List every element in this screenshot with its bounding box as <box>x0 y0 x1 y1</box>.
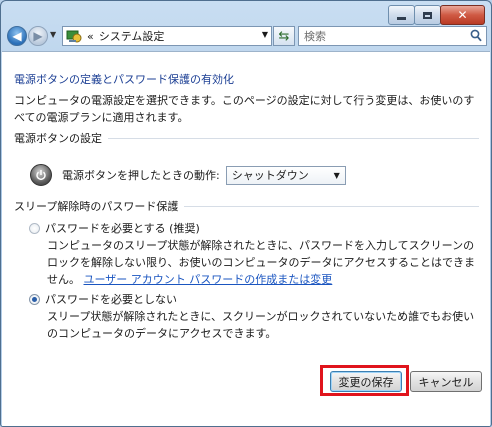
forward-button[interactable]: ▶ <box>28 26 48 46</box>
control-panel-icon <box>66 29 82 43</box>
back-arrow-icon: ◀ <box>12 29 22 43</box>
maximize-icon <box>423 11 432 19</box>
close-button[interactable]: ✕ <box>440 5 485 25</box>
no-password-radio[interactable] <box>29 294 40 305</box>
address-dropdown-icon[interactable]: ▼ <box>262 30 268 39</box>
search-placeholder: 検索 <box>304 30 326 43</box>
minimize-button[interactable] <box>388 5 415 25</box>
power-button-section-title: 電源ボタンの設定 <box>14 130 479 146</box>
power-button-setting-row: 電源ボタンを押したときの動作: シャットダウン ▼ <box>30 164 346 186</box>
require-password-radio[interactable] <box>29 223 40 234</box>
cancel-button[interactable]: キャンセル <box>410 371 482 392</box>
maximize-button[interactable] <box>414 5 441 25</box>
minimize-icon <box>397 16 406 20</box>
password-section-title: スリープ解除時のパスワード保護 <box>14 198 479 214</box>
recent-pages-dropdown-icon[interactable]: ▼ <box>50 30 56 39</box>
control-panel-window: ✕ ◀ ▶ ▼ « システム設定 ▼ ⇆ 検索 電源ボタンの定義とパスワード保護… <box>0 0 492 427</box>
section-divider <box>108 137 479 139</box>
breadcrumb-system-settings[interactable]: システム設定 <box>99 28 165 44</box>
require-password-option[interactable]: パスワードを必要とする (推奨) <box>29 220 200 237</box>
power-button-icon <box>30 164 52 186</box>
require-password-label[interactable]: パスワードを必要とする (推奨) <box>45 220 200 237</box>
section-divider <box>184 205 479 207</box>
chevron-down-icon: ▼ <box>333 170 340 180</box>
power-button-action-select[interactable]: シャットダウン ▼ <box>225 165 346 185</box>
forward-arrow-icon: ▶ <box>33 29 43 43</box>
search-icon[interactable] <box>470 29 482 45</box>
address-bar[interactable]: « システム設定 ▼ <box>62 26 272 46</box>
breadcrumb-chevron[interactable]: « <box>87 30 94 43</box>
save-changes-button[interactable]: 変更の保存 <box>330 371 402 392</box>
password-section-label: スリープ解除時のパスワード保護 <box>14 200 179 213</box>
close-icon: ✕ <box>457 8 468 22</box>
content-pane: 電源ボタンの定義とパスワード保護の有効化 コンピュータの電源設定を選択できます。… <box>2 51 490 426</box>
caption-buttons: ✕ <box>388 5 485 25</box>
navigation-bar: ◀ ▶ ▼ « システム設定 ▼ ⇆ 検索 <box>7 25 487 49</box>
create-password-link[interactable]: ユーザー アカウント パスワードの作成または変更 <box>84 273 333 286</box>
power-section-label: 電源ボタンの設定 <box>14 132 102 145</box>
no-password-label[interactable]: パスワードを必要としない <box>45 291 177 308</box>
refresh-icon: ⇆ <box>278 28 290 44</box>
back-button[interactable]: ◀ <box>7 26 27 46</box>
no-password-description: スリープ状態が解除されたときに、スクリーンがロックされていないため誰でもお使いの… <box>47 310 475 340</box>
page-heading: 電源ボタンの定義とパスワード保護の有効化 <box>14 73 234 86</box>
search-box[interactable]: 検索 <box>298 26 487 46</box>
no-password-option[interactable]: パスワードを必要としない <box>29 291 177 308</box>
require-password-description: コンピュータのスリープ状態が解除されたときに、パスワードを入力してスクリーンのロ… <box>47 237 477 288</box>
page-description: コンピュータの電源設定を選択できます。このページの設定に対して行う変更は、お使い… <box>14 94 475 124</box>
power-action-selected-value: シャットダウン <box>231 169 309 182</box>
power-button-action-label: 電源ボタンを押したときの動作: <box>62 169 220 182</box>
refresh-button[interactable]: ⇆ <box>273 26 295 46</box>
